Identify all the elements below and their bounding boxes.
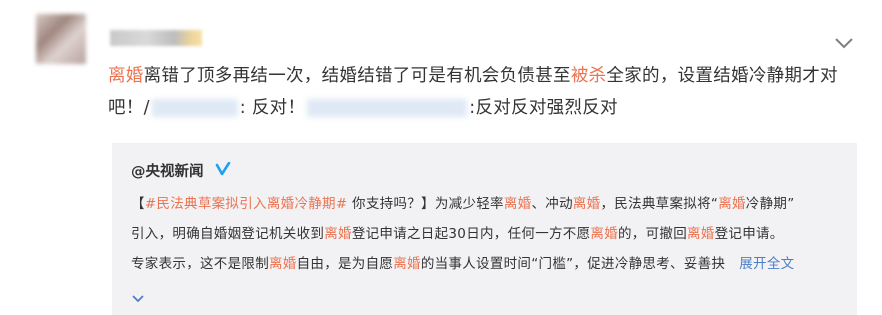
topic-link[interactable]: #民法典草案拟引入 xyxy=(145,196,267,212)
chevron-down-icon[interactable] xyxy=(832,34,856,52)
keyword-highlight: 离婚 xyxy=(590,226,618,242)
repost-line-1: 【#民法典草案拟引入离婚冷静期# 你支持吗？】为减少轻率离婚、冲动离婚，民法典草… xyxy=(131,189,843,219)
text-span: 专家表示，这不是限制 xyxy=(131,256,269,272)
mention-link[interactable] xyxy=(151,99,238,117)
keyword-highlight: 离婚 xyxy=(269,256,297,272)
text-span: 冷静期” xyxy=(745,196,795,212)
keyword-highlight: 离婚 xyxy=(572,196,601,212)
topic-link[interactable]: 冷静期# xyxy=(294,196,347,212)
keyword-highlight: 离婚 xyxy=(324,226,352,242)
topic-link[interactable]: 离婚 xyxy=(267,196,295,212)
keyword-highlight: 离婚 xyxy=(108,66,144,86)
expand-full-text-link[interactable]: 展开全文 xyxy=(739,256,794,272)
keyword-highlight: 离婚 xyxy=(718,196,746,212)
repost-line-3: 专家表示，这不是限制离婚自由，是为自愿离婚的当事人设置时间“门槛”，促进冷静思考… xyxy=(131,249,843,279)
text-span: 、冲动 xyxy=(531,196,573,212)
text-span: 吧！/ xyxy=(108,98,150,118)
repost-body: 【#民法典草案拟引入离婚冷静期# 你支持吗？】为减少轻率离婚、冲动离婚，民法典草… xyxy=(131,189,843,279)
mention-link[interactable] xyxy=(307,99,468,117)
repost-card[interactable]: @央视新闻 【#民法典草案拟引入离婚冷静期# 你支持吗？】为减少轻率离婚、冲动离… xyxy=(112,143,857,315)
text-span: 离错了顶多再结一次，结婚结错了可是有机会负债甚至 xyxy=(143,66,571,86)
keyword-highlight: 离婚 xyxy=(687,226,715,242)
repost-author: @央视新闻 xyxy=(131,160,231,181)
post-line-1: 离婚离错了顶多再结一次，结婚结错了可是有机会负债甚至被杀全家的，设置结婚冷静期才… xyxy=(108,60,848,92)
text-span: 自由，是为自愿 xyxy=(296,256,394,272)
post-text: 离婚离错了顶多再结一次，结婚结错了可是有机会负债甚至被杀全家的，设置结婚冷静期才… xyxy=(108,60,848,124)
text-span: ，民法典草案拟将“ xyxy=(600,196,719,212)
text-span: 的当事人设置时间“门槛”，促进冷静思考、妥善抉 xyxy=(420,256,726,272)
text-span: 【 xyxy=(131,196,145,212)
keyword-highlight: 离婚 xyxy=(503,196,532,212)
text-span: 登记申请之日起30日内，任何一方不愿 xyxy=(351,226,591,242)
repost-line-2: 引入，明确自婚姻登记机关收到离婚登记申请之日起30日内，任何一方不愿离婚的，可撤… xyxy=(131,219,843,249)
keyword-highlight: 被杀 xyxy=(570,66,607,86)
text-span: : 反对！ xyxy=(239,98,306,118)
text-span: 引入，明确自婚姻登记机关收到 xyxy=(131,226,325,242)
text-span: 你支持吗？】为减少轻率 xyxy=(347,196,504,212)
username[interactable] xyxy=(110,30,202,46)
chevron-down-icon[interactable] xyxy=(131,294,145,304)
verified-badge-icon xyxy=(215,162,230,176)
keyword-highlight: 离婚 xyxy=(393,256,421,272)
text-span: :反对反对强烈反对 xyxy=(469,98,618,118)
text-span: 登记申请。 xyxy=(714,226,784,242)
post-line-2: 吧！/ : 反对！ :反对反对强烈反对 xyxy=(108,92,848,124)
author-link[interactable]: @央视新闻 xyxy=(131,164,204,180)
text-span: 全家的，设置结婚冷静期才对 xyxy=(606,66,838,86)
user-avatar[interactable] xyxy=(36,14,86,64)
text-span: 的，可撤回 xyxy=(618,226,687,242)
